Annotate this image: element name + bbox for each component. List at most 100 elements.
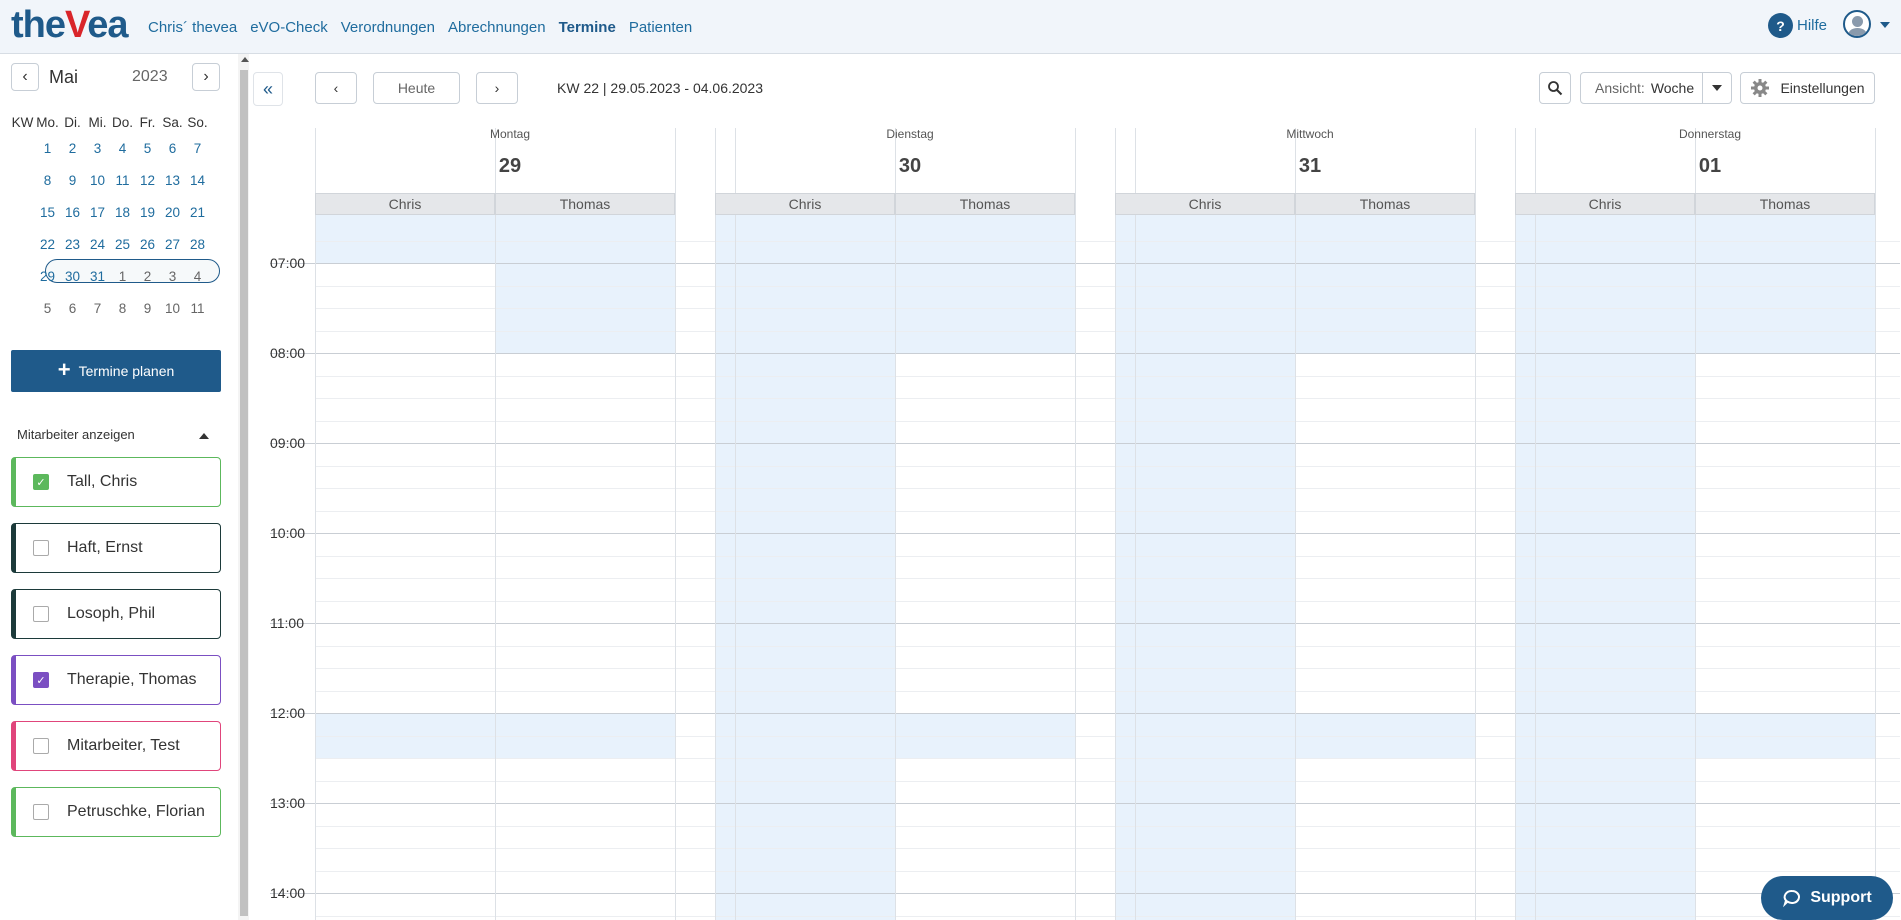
calendar-day[interactable]: 3 bbox=[85, 132, 110, 164]
calendar-day[interactable]: 1 bbox=[110, 260, 135, 292]
calendar-day[interactable]: 28 bbox=[185, 228, 210, 260]
checkbox[interactable] bbox=[33, 540, 49, 556]
calendar-day[interactable]: 31 bbox=[85, 260, 110, 292]
calendar-day[interactable]: 30 bbox=[60, 260, 85, 292]
help-link[interactable]: ? Hilfe bbox=[1768, 13, 1827, 38]
chevron-left-icon: ‹ bbox=[22, 68, 28, 85]
thevea-logo[interactable]: theVea bbox=[11, 4, 129, 47]
calendar-day[interactable]: 24 bbox=[85, 228, 110, 260]
calendar-day[interactable]: 9 bbox=[60, 164, 85, 196]
calendar-day[interactable]: 15 bbox=[35, 196, 60, 228]
staff-item[interactable]: Losoph, Phil bbox=[11, 589, 221, 639]
next-month-button[interactable]: › bbox=[192, 63, 220, 91]
calendar-day[interactable]: 4 bbox=[110, 132, 135, 164]
calendar-day[interactable]: 5 bbox=[135, 132, 160, 164]
checkbox[interactable] bbox=[33, 804, 49, 820]
calendar-day[interactable]: 7 bbox=[185, 132, 210, 164]
availability-block bbox=[1115, 215, 1295, 920]
cal-header: Mo. bbox=[36, 114, 59, 130]
nav-verordnungen[interactable]: Verordnungen bbox=[341, 19, 435, 36]
view-dropdown-toggle[interactable] bbox=[1702, 73, 1731, 103]
nav-termine[interactable]: Termine bbox=[559, 19, 616, 36]
calendar-day[interactable]: 11 bbox=[185, 292, 210, 324]
calendar-day[interactable]: 8 bbox=[110, 292, 135, 324]
plan-appointments-button[interactable]: + Termine planen bbox=[11, 350, 221, 392]
quarter-line bbox=[315, 308, 1900, 309]
calendar-day[interactable]: 26 bbox=[135, 228, 160, 260]
view-select[interactable]: Ansicht: Woche bbox=[1580, 72, 1732, 104]
calendar-day[interactable]: 21 bbox=[185, 196, 210, 228]
calendar-day[interactable]: 19 bbox=[135, 196, 160, 228]
search-button[interactable] bbox=[1539, 72, 1571, 104]
week-range-label: KW 22 | 29.05.2023 - 04.06.2023 bbox=[557, 80, 764, 96]
checkbox-checked[interactable]: ✓ bbox=[33, 474, 49, 490]
caret-down-icon bbox=[1712, 85, 1722, 91]
calendar-day[interactable]: 6 bbox=[160, 132, 185, 164]
settings-button[interactable]: Einstellungen bbox=[1740, 72, 1875, 104]
calendar-day[interactable]: 27 bbox=[160, 228, 185, 260]
resource-header: Chris bbox=[1115, 193, 1295, 215]
hour-line bbox=[270, 713, 1900, 714]
calendar-day[interactable]: 10 bbox=[160, 292, 185, 324]
staff-item[interactable]: Haft, Ernst bbox=[11, 523, 221, 573]
resource-header: Thomas bbox=[1695, 193, 1875, 215]
staff-item[interactable]: ✓ Therapie, Thomas bbox=[11, 655, 221, 705]
calendar-day[interactable]: 29 bbox=[35, 260, 60, 292]
calendar-day[interactable]: 2 bbox=[135, 260, 160, 292]
calendar-day[interactable]: 7 bbox=[85, 292, 110, 324]
nav-chris-thevea[interactable]: Chris´ thevea bbox=[148, 19, 237, 36]
calendar-day[interactable]: 18 bbox=[110, 196, 135, 228]
scrollbar-thumb[interactable] bbox=[240, 70, 248, 916]
day-number[interactable]: 01 bbox=[1515, 155, 1901, 178]
staff-item[interactable]: Mitarbeiter, Test bbox=[11, 721, 221, 771]
time-label: 07:00 bbox=[270, 255, 306, 271]
day-number[interactable]: 31 bbox=[1115, 155, 1505, 178]
prev-month-button[interactable]: ‹ bbox=[11, 63, 39, 91]
day-number[interactable]: 29 bbox=[315, 155, 705, 178]
hour-line bbox=[270, 353, 1900, 354]
calendar-day[interactable]: 11 bbox=[110, 164, 135, 196]
calendar-day[interactable]: 8 bbox=[35, 164, 60, 196]
calendar-day[interactable]: 1 bbox=[35, 132, 60, 164]
nav-evo-check[interactable]: eVO-Check bbox=[250, 19, 328, 36]
next-week-button[interactable]: › bbox=[476, 72, 518, 104]
day-number[interactable]: 30 bbox=[715, 155, 1105, 178]
calendar-day[interactable]: 6 bbox=[60, 292, 85, 324]
staff-item[interactable]: ✓ Tall, Chris bbox=[11, 457, 221, 507]
calendar-day[interactable]: 9 bbox=[135, 292, 160, 324]
sidebar-scrollbar[interactable] bbox=[238, 54, 249, 920]
checkbox[interactable] bbox=[33, 606, 49, 622]
cal-header: KW bbox=[11, 114, 34, 130]
calendar-day[interactable]: 12 bbox=[135, 164, 160, 196]
caret-down-icon[interactable] bbox=[1880, 22, 1890, 28]
calendar-day[interactable]: 20 bbox=[160, 196, 185, 228]
chat-bubble-icon bbox=[1783, 890, 1801, 908]
calendar-day[interactable]: 5 bbox=[35, 292, 60, 324]
quarter-line bbox=[315, 488, 1900, 489]
calendar-day[interactable]: 4 bbox=[185, 260, 210, 292]
calendar-day[interactable]: 23 bbox=[60, 228, 85, 260]
calendar-day[interactable]: 13 bbox=[160, 164, 185, 196]
nav-patienten[interactable]: Patienten bbox=[629, 19, 692, 36]
user-avatar-icon[interactable] bbox=[1843, 10, 1871, 38]
staff-section-header[interactable]: Mitarbeiter anzeigen bbox=[17, 427, 135, 442]
day-name: Mittwoch bbox=[1286, 127, 1334, 141]
collapse-sidebar-button[interactable]: « bbox=[253, 72, 283, 106]
scroll-up-arrow-icon[interactable] bbox=[241, 57, 249, 62]
calendar-day[interactable]: 3 bbox=[160, 260, 185, 292]
checkbox-checked[interactable]: ✓ bbox=[33, 672, 49, 688]
staff-item[interactable]: Petruschke, Florian bbox=[11, 787, 221, 837]
nav-abrechnungen[interactable]: Abrechnungen bbox=[448, 19, 546, 36]
calendar-day[interactable]: 22 bbox=[35, 228, 60, 260]
calendar-day[interactable]: 25 bbox=[110, 228, 135, 260]
calendar-day[interactable]: 10 bbox=[85, 164, 110, 196]
prev-week-button[interactable]: ‹ bbox=[315, 72, 357, 104]
calendar-day[interactable]: 17 bbox=[85, 196, 110, 228]
calendar-day[interactable]: 16 bbox=[60, 196, 85, 228]
checkbox[interactable] bbox=[33, 738, 49, 754]
calendar-day[interactable]: 14 bbox=[185, 164, 210, 196]
support-button[interactable]: Support bbox=[1761, 876, 1893, 920]
calendar-day[interactable]: 2 bbox=[60, 132, 85, 164]
caret-up-icon[interactable] bbox=[199, 433, 209, 439]
today-button[interactable]: Heute bbox=[373, 72, 460, 104]
